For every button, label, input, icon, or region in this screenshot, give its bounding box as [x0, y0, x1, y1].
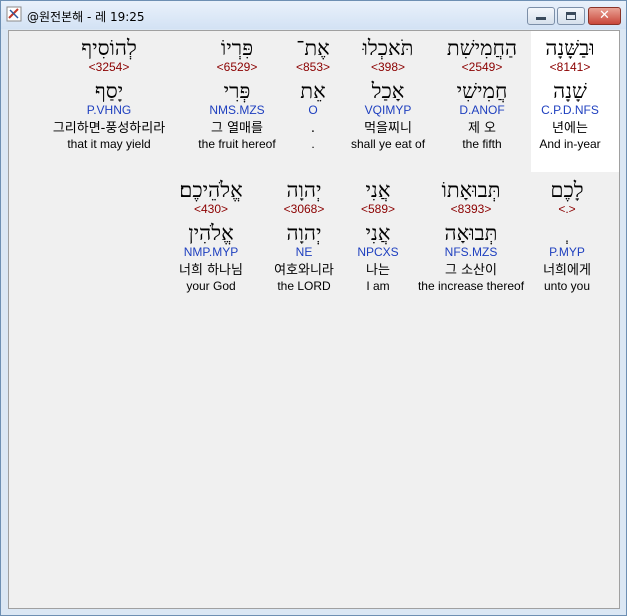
hebrew-lemma: אֲנִי: [365, 221, 391, 245]
korean-gloss: 년에는: [552, 121, 588, 136]
english-gloss: And in-year: [539, 137, 601, 151]
maximize-button[interactable]: [557, 7, 585, 25]
hebrew-lemma: אֱלֹהִין: [188, 221, 234, 245]
english-gloss: the LORD: [277, 279, 331, 293]
morphology-code[interactable]: P.VHNG: [53, 103, 165, 117]
english-gloss: .: [311, 137, 315, 151]
word-column[interactable]: תֹּאכְלוּ <398> אָכַל VQIMYP 먹을찌니 shall …: [351, 36, 425, 151]
strong-number[interactable]: <2549>: [447, 60, 517, 74]
morphology-code[interactable]: D.ANOF: [447, 103, 517, 117]
morphology-code[interactable]: NE: [274, 245, 334, 259]
strong-number[interactable]: <6529>: [198, 60, 275, 74]
minimize-button[interactable]: [527, 7, 555, 25]
morphology-code[interactable]: NMP.MYP: [179, 245, 243, 259]
hebrew-word: תֹּאכְלוּ: [362, 36, 414, 60]
hebrew-word: הַחֲמִישִׁת: [446, 36, 518, 60]
hebrew-lemma: שָׁנָה: [553, 79, 587, 103]
strong-number[interactable]: <8393>: [418, 202, 524, 216]
hebrew-word: לָכֶם: [550, 178, 584, 202]
hebrew-word: לְהוֹסִיף: [81, 36, 137, 60]
hebrew-word: אֲנִי: [365, 178, 391, 202]
korean-gloss: 그 소산이: [445, 263, 497, 278]
hebrew-word: יְהוָה: [286, 178, 322, 202]
strong-number[interactable]: <430>: [179, 202, 243, 216]
korean-gloss: 제 오: [467, 121, 497, 136]
english-gloss: shall ye eat of: [350, 137, 426, 151]
title-bar[interactable]: @원전본해 - 레 19:25 ✕: [1, 1, 626, 29]
hebrew-word: וּבַשָּׁנָה: [545, 36, 595, 60]
maximize-icon: [566, 12, 576, 20]
english-gloss: I am: [366, 279, 390, 293]
strong-number[interactable]: <853>: [296, 60, 330, 74]
interlinear-view[interactable]: וּבַשָּׁנָה <8141> שָׁנָה C.P.D.NFS 년에는 …: [8, 30, 620, 609]
morphology-code[interactable]: NFS.MZS: [418, 245, 524, 259]
app-logo-icon: [6, 6, 22, 22]
app-window: @원전본해 - 레 19:25 ✕ וּבַשָּׁנָה <8141> שָׁ…: [0, 0, 627, 616]
word-column[interactable]: פִּרְיוֹ <6529> פְּרִי NMS.MZS 그 열매를 the…: [198, 36, 275, 151]
word-column[interactable]: הַחֲמִישִׁת <2549> חֲמִישִׁי D.ANOF 제 오 …: [447, 36, 517, 151]
word-column[interactable]: יְהוָה <3068> יְהוָה NE 여호와니라 the LORD: [274, 178, 334, 293]
morphology-code[interactable]: NMS.MZS: [198, 103, 275, 117]
korean-gloss: 그 열매를: [211, 121, 263, 136]
hebrew-lemma: חֲמִישִׁי: [456, 79, 508, 103]
word-column[interactable]: אֲנִי <589> אֲנִי NPCXS 나는 I am: [357, 178, 398, 293]
hebrew-lemma: פְּרִי: [223, 79, 251, 103]
word-column[interactable]: לָכֶם <.> ְ P.MYP 너희에게 unto you: [543, 178, 591, 293]
hebrew-lemma: יְהוָה: [286, 221, 322, 245]
korean-gloss: 너희에게: [543, 263, 591, 278]
word-column[interactable]: לְהוֹסִיף <3254> יָסַף P.VHNG 그리하면-풍성하리라…: [53, 36, 165, 151]
word-column[interactable]: אֶת־ <853> אֵת O . .: [296, 36, 330, 151]
english-gloss: the fifth: [462, 137, 502, 151]
korean-gloss: 너희 하나님: [179, 263, 243, 278]
word-column[interactable]: וּבַשָּׁנָה <8141> שָׁנָה C.P.D.NFS 년에는 …: [539, 36, 600, 151]
word-column[interactable]: אֱלֹהֵיכֶם׃ <430> אֱלֹהִין NMP.MYP 너희 하나…: [179, 178, 243, 293]
english-gloss: unto you: [543, 279, 591, 293]
hebrew-word: אֶת־: [296, 36, 330, 60]
korean-gloss: 여호와니라: [274, 263, 334, 278]
english-gloss: the fruit hereof: [198, 137, 276, 151]
hebrew-lemma: אָכַל: [371, 79, 405, 103]
window-title: @원전본해 - 레 19:25: [27, 10, 145, 24]
korean-gloss: .: [310, 121, 316, 136]
strong-number[interactable]: <589>: [357, 202, 398, 216]
morphology-code[interactable]: NPCXS: [357, 245, 398, 259]
hebrew-word: תְּבוּאָתוֹ: [441, 178, 501, 202]
strong-number[interactable]: <398>: [351, 60, 425, 74]
morphology-code[interactable]: VQIMYP: [351, 103, 425, 117]
korean-gloss: 나는: [366, 263, 390, 278]
hebrew-word: פִּרְיוֹ: [220, 36, 254, 60]
english-gloss: the increase thereof: [417, 279, 525, 293]
strong-number[interactable]: <3254>: [53, 60, 165, 74]
english-gloss: that it may yield: [67, 137, 151, 151]
close-button[interactable]: ✕: [588, 7, 621, 25]
english-gloss: your God: [186, 279, 236, 293]
hebrew-lemma: אֵת: [300, 79, 326, 103]
korean-gloss: 그리하면-풍성하리라: [52, 121, 166, 136]
strong-number[interactable]: <8141>: [539, 60, 600, 74]
hebrew-word: אֱלֹהֵיכֶם׃: [179, 178, 243, 202]
close-icon: ✕: [599, 8, 610, 23]
minimize-icon: [536, 17, 546, 20]
word-column[interactable]: תְּבוּאָתוֹ <8393> תְּבוּאָה NFS.MZS 그 소…: [418, 178, 524, 293]
hebrew-lemma: ְ: [543, 221, 591, 245]
morphology-code[interactable]: O: [296, 103, 330, 117]
morphology-code[interactable]: P.MYP: [543, 245, 591, 259]
hebrew-lemma: תְּבוּאָה: [444, 221, 498, 245]
morphology-code[interactable]: C.P.D.NFS: [539, 103, 600, 117]
strong-number[interactable]: <.>: [543, 202, 591, 216]
strong-number[interactable]: <3068>: [274, 202, 334, 216]
korean-gloss: 먹을찌니: [364, 121, 412, 136]
hebrew-lemma: יָסַף: [94, 79, 124, 103]
